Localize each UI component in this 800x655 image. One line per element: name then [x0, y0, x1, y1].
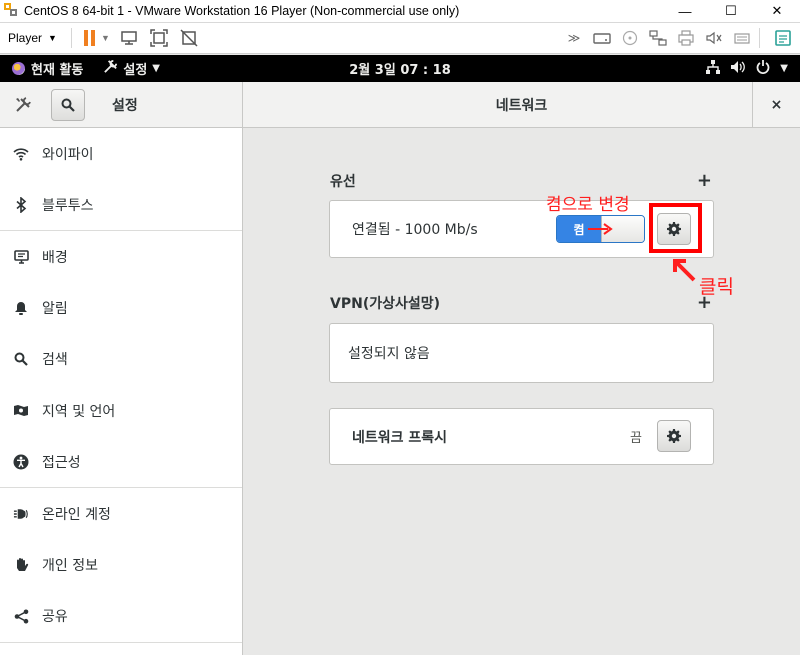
online-accounts-icon: [13, 506, 29, 522]
sidebar-divider: [0, 641, 242, 643]
fit-guest-icon[interactable]: [148, 27, 170, 49]
chevron-down-icon: ▼: [780, 63, 788, 74]
settings-tools-icon: [11, 93, 35, 117]
network-panel: 유선 + 연결됨 - 1000 Mb/s 켬 켬으로 변경 클릭 VPN(가상사…: [244, 128, 800, 655]
overflow-icon[interactable]: ≫: [563, 27, 585, 49]
privacy-hand-icon: [13, 557, 29, 573]
vmware-logo-icon: [4, 3, 20, 19]
vpn-list: 설정되지 않음: [329, 323, 714, 383]
sidebar-item-label: 개인 정보: [42, 558, 98, 575]
sidebar-item-label: 공유: [42, 609, 68, 626]
sidebar-item-sharing[interactable]: 공유: [0, 591, 242, 642]
vmware-title-bar: CentOS 8 64-bit 1 - VMware Workstation 1…: [0, 0, 800, 23]
notification-bell-icon: [13, 300, 29, 316]
search-icon: [13, 351, 29, 367]
window-close-button[interactable]: ✕: [754, 0, 800, 23]
pause-icon[interactable]: [83, 30, 95, 46]
printer-icon[interactable]: [675, 27, 697, 49]
system-status-menu[interactable]: ▼: [706, 59, 800, 78]
proxy-settings-button[interactable]: [657, 420, 691, 452]
app-menu-label: 설정: [123, 63, 148, 78]
vpn-heading: VPN(가상사설망): [330, 295, 441, 312]
maximize-button[interactable]: ☐: [708, 0, 754, 23]
wired-heading: 유선: [330, 173, 356, 190]
settings-close-button[interactable]: ×: [752, 82, 800, 127]
sidebar-item-label: 배경: [42, 249, 68, 266]
wired-network-icon: [706, 59, 721, 78]
activities-label: 현재 활동: [31, 63, 84, 78]
sidebar-item-notifications[interactable]: 알림: [0, 283, 242, 334]
player-menu-label: Player: [8, 31, 43, 45]
annotation-arrow-right-icon: [588, 223, 613, 235]
gear-icon: [667, 429, 681, 443]
network-proxy-row[interactable]: 네트워크 프록시 끔: [329, 408, 714, 465]
vpn-section-header: VPN(가상사설망) +: [330, 292, 714, 313]
pause-dropdown-icon[interactable]: ▼: [101, 33, 110, 43]
proxy-label: 네트워크 프록시: [352, 429, 448, 446]
minimize-button[interactable]: —: [662, 0, 708, 23]
sidebar-item-label: 알림: [42, 301, 68, 318]
wired-status: 연결됨 - 1000 Mb/s: [352, 222, 478, 238]
sidebar-item-region-language[interactable]: 지역 및 언어: [0, 385, 242, 436]
vpn-empty-text: 설정되지 않음: [348, 346, 430, 362]
settings-header-bar: 설정 네트워크 ×: [0, 82, 800, 128]
sidebar-item-wifi[interactable]: 와이파이: [0, 128, 242, 179]
hard-disk-icon[interactable]: [591, 27, 613, 49]
settings-title: 설정: [112, 97, 138, 114]
background-icon: [13, 249, 29, 265]
search-button[interactable]: [51, 88, 85, 121]
send-ctrl-alt-del-icon[interactable]: [118, 27, 140, 49]
annotation-change-to-on: 켬으로 변경: [546, 195, 630, 215]
wired-section-header: 유선 +: [330, 170, 714, 191]
add-wired-connection-button[interactable]: +: [697, 170, 712, 191]
search-icon: [61, 98, 75, 112]
unity-mode-icon[interactable]: [178, 27, 200, 49]
sidebar-item-label: 와이파이: [42, 146, 94, 163]
share-icon: [13, 608, 29, 624]
clock[interactable]: 2월 3일 07 : 18: [349, 63, 451, 78]
panel-title: 네트워크: [495, 97, 548, 114]
app-menu[interactable]: 설정 ▼: [103, 59, 160, 78]
toolbar-divider: [759, 28, 760, 48]
proxy-state: 끔: [630, 431, 642, 446]
sidebar-item-label: 지역 및 언어: [42, 403, 116, 420]
sidebar-item-privacy[interactable]: 개인 정보: [0, 540, 242, 591]
message-log-icon[interactable]: [772, 27, 794, 49]
sidebar-item-bluetooth[interactable]: 블루투스: [0, 179, 242, 230]
cd-drive-icon[interactable]: [619, 27, 641, 49]
vmware-toolbar: Player ▼ ▼ ≫: [0, 23, 800, 54]
window-title: CentOS 8 64-bit 1 - VMware Workstation 1…: [24, 4, 460, 18]
sidebar-item-online-accounts[interactable]: 온라인 계정: [0, 488, 242, 539]
sidebar-item-search[interactable]: 검색: [0, 334, 242, 385]
activities-button[interactable]: 현재 활동: [0, 59, 83, 78]
sidebar-item-label: 검색: [42, 352, 68, 369]
sidebar-item-accessibility[interactable]: 접근성: [0, 436, 242, 487]
sound-card-icon[interactable]: [703, 27, 725, 49]
player-menu[interactable]: Player ▼: [0, 23, 65, 53]
accessibility-icon: [13, 454, 29, 470]
toolbar-divider: [70, 28, 72, 48]
network-adapter-icon[interactable]: [647, 27, 669, 49]
click-highlight-box: [649, 203, 702, 253]
wifi-icon: [13, 146, 29, 162]
chevron-down-icon: ▼: [152, 63, 160, 74]
add-vpn-button[interactable]: +: [697, 292, 712, 313]
sidebar-item-label: 블루투스: [42, 197, 94, 214]
sidebar-item-background[interactable]: 배경: [0, 231, 242, 282]
sidebar-item-label: 접근성: [42, 454, 81, 471]
chevron-down-icon: ▼: [48, 33, 57, 43]
annotation-arrow-up-left-icon: [673, 259, 696, 282]
usb-device-icon[interactable]: [731, 27, 753, 49]
sidebar-item-label: 온라인 계정: [42, 506, 111, 523]
region-flag-icon: [13, 403, 29, 419]
power-icon: [756, 59, 770, 78]
settings-sidebar: 와이파이 블루투스 배경 알림 검색 지역 및 언어 접근성 온라인 계정 개인…: [0, 128, 243, 655]
gnome-logo-icon: [12, 62, 25, 75]
tools-icon: [103, 59, 118, 78]
bluetooth-icon: [13, 196, 29, 213]
gnome-top-bar: 현재 활동 설정 ▼ 2월 3일 07 : 18 ▼: [0, 55, 800, 82]
volume-icon: [730, 60, 746, 78]
